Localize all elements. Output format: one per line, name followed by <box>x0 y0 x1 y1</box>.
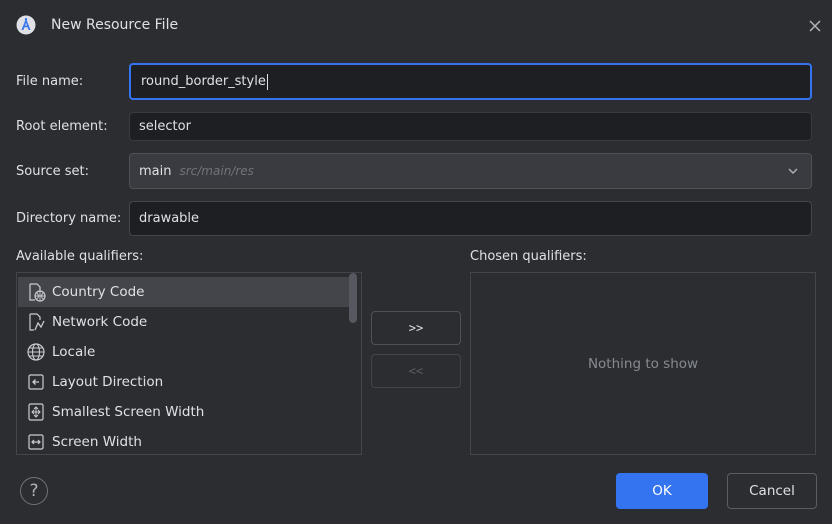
layout-direction-icon <box>28 374 44 390</box>
source-set-dropdown[interactable]: main src/main/res <box>129 153 812 189</box>
country-code-icon <box>29 283 46 302</box>
list-item-layout-direction[interactable]: Layout Direction <box>18 367 354 397</box>
help-button[interactable]: ? <box>20 477 48 505</box>
list-item-label: Screen Width <box>52 434 142 450</box>
root-element-label: Root element: <box>16 119 108 134</box>
screen-width-icon <box>28 434 44 450</box>
list-item-locale[interactable]: Locale <box>18 337 354 367</box>
list-item-smallest-screen-width[interactable]: Smallest Screen Width <box>18 397 354 427</box>
list-item-label: Layout Direction <box>52 374 164 390</box>
available-qualifiers-label: Available qualifiers: <box>16 249 144 264</box>
android-studio-icon <box>16 15 36 35</box>
close-icon[interactable] <box>806 17 824 35</box>
add-qualifier-button[interactable]: >> <box>371 311 461 345</box>
list-item-label: Network Code <box>52 314 148 330</box>
source-set-value: main <box>139 163 172 179</box>
globe-icon <box>27 343 45 361</box>
dialog-title: New Resource File <box>51 17 179 33</box>
empty-state-text: Nothing to show <box>587 355 699 372</box>
directory-name-input[interactable]: drawable <box>129 201 812 236</box>
cancel-button[interactable]: Cancel <box>727 473 817 509</box>
directory-name-label: Directory name: <box>16 211 122 226</box>
file-name-value: round_border_style <box>141 74 266 89</box>
list-item-network-code[interactable]: Network Code <box>18 307 354 337</box>
source-set-path-hint: src/main/res <box>179 164 254 178</box>
chosen-qualifiers-label: Chosen qualifiers: <box>470 249 587 264</box>
source-set-label: Source set: <box>16 164 90 179</box>
root-element-input[interactable]: selector <box>129 112 812 141</box>
file-name-input[interactable]: round_border_style <box>129 63 812 100</box>
file-name-label: File name: <box>16 74 84 89</box>
network-code-icon <box>29 313 45 331</box>
chosen-qualifiers-list[interactable]: Nothing to show <box>470 272 816 455</box>
text-caret <box>266 73 268 90</box>
list-scrollbar[interactable] <box>349 273 357 323</box>
ok-button[interactable]: OK <box>616 473 708 509</box>
chevron-down-icon <box>788 168 798 174</box>
smallest-screen-width-icon <box>28 403 44 421</box>
directory-name-value: drawable <box>139 211 200 226</box>
title-bar: New Resource File <box>0 0 832 52</box>
list-item-label: Country Code <box>52 284 145 300</box>
list-item-screen-width[interactable]: Screen Width <box>18 427 354 454</box>
list-item-label: Locale <box>52 344 96 360</box>
remove-qualifier-button[interactable]: << <box>371 354 461 388</box>
root-element-value: selector <box>139 119 191 134</box>
list-item-label: Smallest Screen Width <box>52 404 205 420</box>
list-item-country-code[interactable]: Country Code <box>18 277 354 307</box>
question-icon: ? <box>29 481 39 501</box>
available-qualifiers-list[interactable]: Country Code Network Code Locale Layout … <box>16 272 362 455</box>
